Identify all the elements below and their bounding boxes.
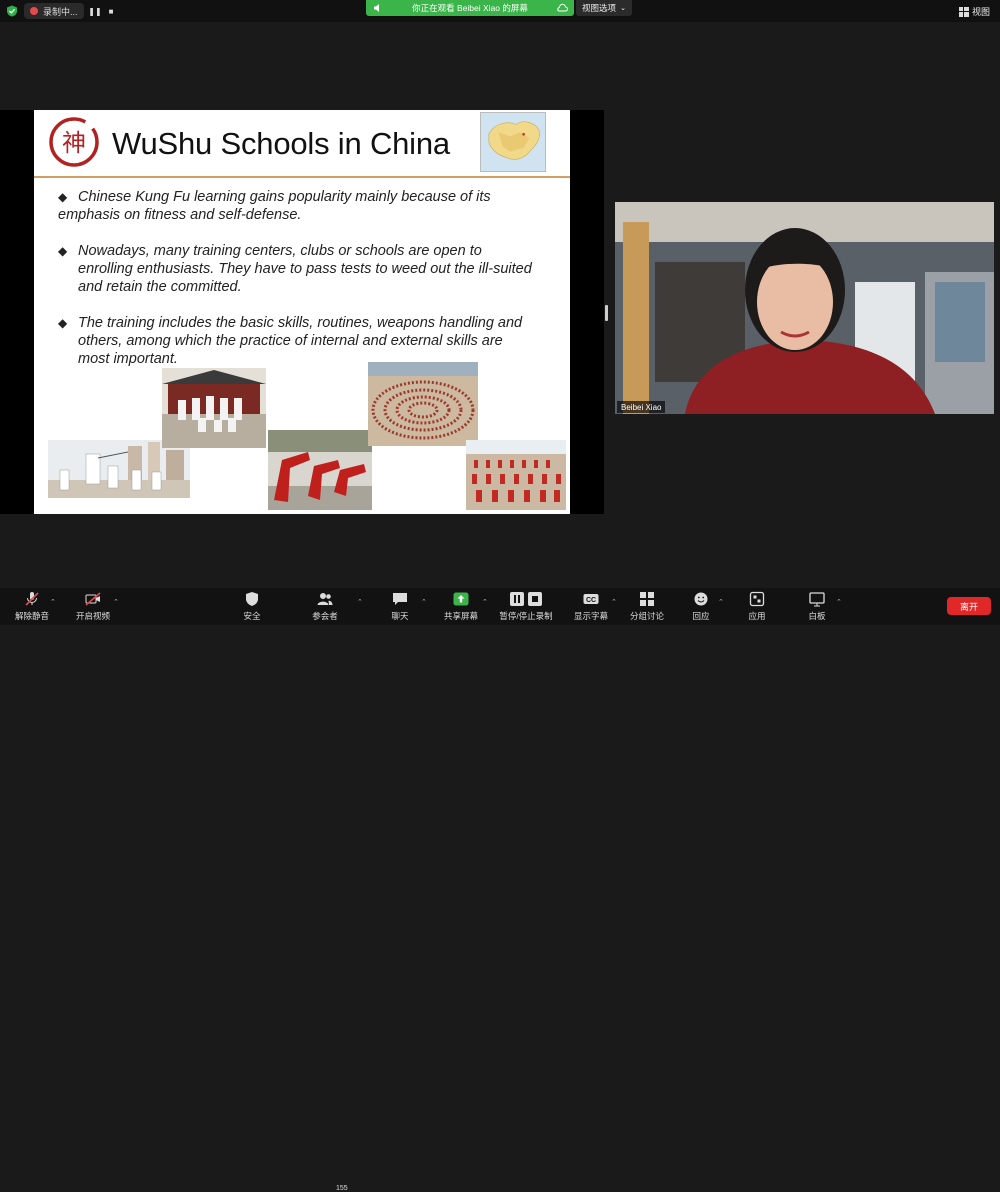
recording-label: 录制中... [43, 6, 78, 17]
chevron-up-icon[interactable]: ⌃ [50, 598, 56, 606]
svg-text:CC: CC [586, 597, 596, 604]
unmute-button[interactable]: 解除静音 [0, 591, 67, 622]
watching-banner-text: 你正在观看 Beibei Xiao 的屏幕 [412, 3, 528, 13]
cc-icon: CC [583, 594, 599, 604]
watching-screen-banner: 你正在观看 Beibei Xiao 的屏幕 [366, 0, 574, 16]
leave-meeting-button[interactable]: 离开 [947, 597, 991, 615]
bullet-item: ◆ The training includes the basic skills… [58, 314, 538, 368]
top-bar: 录制中... ❚❚ ■ 你正在观看 Beibei Xiao 的屏幕 视图选项 ⌄… [0, 0, 1000, 22]
recording-indicator[interactable]: 录制中... [24, 3, 84, 19]
unmute-label: 解除静音 [14, 611, 49, 621]
cloud-icon [557, 3, 568, 12]
meeting-toolbar: 解除静音 ⌃ 开启视频 ⌃ 安全 参会者 155 ⌃ 聊天 ⌃ 共享屏幕 ⌃ 暂… [0, 588, 1000, 1192]
chat-button[interactable]: 聊天 [365, 591, 435, 622]
shen-logo: 神 [49, 117, 99, 167]
participants-icon [317, 593, 333, 605]
chevron-up-icon[interactable]: ⌃ [836, 598, 842, 606]
participants-label: 参会者 [312, 611, 338, 621]
china-map-image [480, 112, 546, 172]
apps-icon [749, 591, 765, 607]
share-screen-button[interactable]: 共享屏幕 [426, 591, 496, 622]
bullet-text: Nowadays, many training centers, clubs o… [78, 243, 532, 295]
temple-group-photo [162, 368, 266, 448]
field-drill-photo [466, 440, 566, 510]
view-button[interactable]: 视图 [958, 5, 990, 18]
whiteboard-button[interactable]: 白板 [782, 591, 852, 622]
sword-practice-photo [48, 440, 190, 498]
bullet-text: The training includes the basic skills, … [78, 315, 523, 367]
video-off-icon [85, 592, 101, 606]
start-video-label: 开启视频 [75, 611, 110, 621]
microphone-muted-icon [25, 592, 39, 606]
chevron-down-icon: ⌄ [620, 5, 626, 12]
shield-check-icon[interactable] [6, 5, 18, 17]
bullet-item: ◆ Chinese Kung Fu learning gains popular… [58, 188, 538, 224]
title-divider [34, 176, 570, 178]
participant-video[interactable] [615, 202, 994, 414]
courtyard-formation-photo [368, 362, 478, 446]
chevron-up-icon[interactable]: ⌃ [482, 598, 488, 606]
whiteboard-icon [809, 592, 825, 607]
speaker-icon[interactable] [373, 3, 383, 13]
pause-stop-icons [510, 592, 542, 606]
security-button[interactable]: 安全 [217, 591, 287, 622]
presentation-slide: 神 WuShu Schools in China ◆ Chinese Kung … [34, 110, 570, 514]
chat-bubble-icon [393, 593, 407, 605]
share-screen-icon [453, 592, 469, 606]
pause-stop-recording-button[interactable]: 暂停/停止录制 [491, 591, 561, 622]
reactions-label: 回应 [692, 611, 710, 621]
whiteboard-label: 白板 [808, 611, 826, 621]
captions-label: 显示字幕 [573, 611, 608, 621]
chat-label: 聊天 [391, 611, 409, 621]
slide-title: WuShu Schools in China [112, 126, 450, 161]
breakout-grid-icon [640, 592, 654, 606]
stop-recording-icon[interactable]: ■ [104, 5, 118, 17]
chevron-up-icon[interactable]: ⌃ [113, 598, 119, 606]
view-label: 视图 [971, 7, 990, 17]
logo-char: 神 [62, 129, 86, 157]
start-video-button[interactable]: 开启视频 [58, 591, 128, 622]
shield-icon [246, 592, 258, 606]
bullet-item: ◆ Nowadays, many training centers, clubs… [58, 242, 538, 296]
participants-count: 155 [336, 1185, 348, 1192]
shared-screen: 神 WuShu Schools in China ◆ Chinese Kung … [0, 110, 604, 514]
pause-stop-recording-label: 暂停/停止录制 [499, 611, 553, 621]
participant-name-tag: Beibei Xiao [617, 401, 666, 413]
chevron-up-icon[interactable]: ⌃ [357, 598, 363, 606]
diamond-bullet-icon: ◆ [58, 190, 68, 204]
split-view-handle[interactable] [605, 305, 608, 321]
pause-recording-icon[interactable]: ❚❚ [88, 5, 102, 17]
view-options-label: 视图选项 [582, 3, 617, 13]
bullet-text: Chinese Kung Fu learning gains popularit… [58, 189, 491, 223]
smiley-icon [694, 592, 708, 606]
grid-view-icon [958, 6, 969, 17]
security-label: 安全 [243, 611, 261, 621]
breakout-label: 分组讨论 [629, 611, 664, 621]
share-screen-label: 共享屏幕 [443, 611, 478, 621]
recording-dot-icon [30, 7, 38, 15]
diamond-bullet-icon: ◆ [58, 244, 68, 258]
apps-label: 应用 [748, 611, 766, 621]
red-uniform-stretch-photo [268, 430, 372, 510]
view-options-button[interactable]: 视图选项 ⌄ [576, 0, 632, 16]
diamond-bullet-icon: ◆ [58, 316, 68, 330]
participants-button[interactable]: 参会者 [290, 591, 360, 622]
